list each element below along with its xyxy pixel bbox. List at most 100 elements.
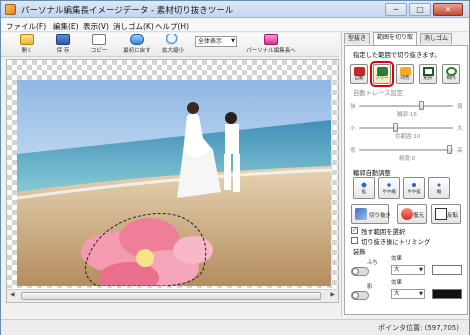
menu-edit[interactable]: 編集(E) xyxy=(53,21,79,32)
restore-arrow-icon xyxy=(401,208,413,220)
precision-knob[interactable] xyxy=(447,145,452,154)
copy-icon xyxy=(92,34,106,45)
color-range-slider[interactable] xyxy=(359,123,453,132)
shrink-small-icon xyxy=(383,180,395,190)
minimize-button[interactable]: ─ xyxy=(385,3,407,16)
open-button[interactable]: 開く xyxy=(7,34,47,56)
menu-file[interactable]: ファイル(F) xyxy=(6,21,46,32)
chevron-down-icon: ▼ xyxy=(419,291,423,297)
edge-value-label: 輪郭:16 xyxy=(397,112,417,118)
auto-trace-label: 自動トレース設定 xyxy=(353,90,404,97)
scroll-left-icon[interactable]: ◀ xyxy=(10,291,15,298)
reset-button[interactable]: 最初に戻す xyxy=(117,34,157,56)
edge-slider-knob[interactable] xyxy=(419,101,424,110)
color-range-label: 色範囲:10 xyxy=(395,134,421,140)
small-label: 小 xyxy=(350,126,356,132)
mode-free-button[interactable]: フリー xyxy=(370,61,394,87)
large-label: 大 xyxy=(457,126,463,132)
fine-adjust-label: 輪郭自動調整 xyxy=(353,170,391,177)
send-to-editor-button[interactable]: パーソナル編集長へ xyxy=(245,34,297,56)
send-icon xyxy=(264,34,278,45)
magnifier-icon xyxy=(166,34,180,45)
image-canvas[interactable]: ◀ ▶ xyxy=(6,59,339,303)
horizontal-scrollbar[interactable]: ◀ ▶ xyxy=(7,289,338,302)
magnet-icon xyxy=(353,67,365,76)
tab-shape-cut[interactable]: 型抜き xyxy=(344,33,371,44)
app-icon xyxy=(5,4,16,15)
shadow-toggle[interactable] xyxy=(351,291,369,300)
expand-small-icon xyxy=(408,180,420,190)
status-bar: ポインタ位置: (597,705) xyxy=(1,319,469,335)
keep-range-checkbox[interactable] xyxy=(351,227,358,234)
decor-label: 装飾 xyxy=(353,249,366,256)
lasso-icon xyxy=(376,67,388,76)
border-color-swatch[interactable] xyxy=(432,265,462,275)
ellipse-icon xyxy=(445,67,457,76)
mode-same-color-button[interactable]: 同色 xyxy=(396,64,414,84)
weak-label: 弱 xyxy=(457,104,463,110)
same-color-icon xyxy=(399,67,411,76)
invert-icon xyxy=(435,208,447,220)
scroll-thumb[interactable] xyxy=(21,292,321,300)
rectangle-icon xyxy=(422,67,434,76)
trim-after-checkbox[interactable] xyxy=(351,237,358,244)
floppy-icon xyxy=(56,34,70,45)
zoom-button[interactable]: 拡大縮小 xyxy=(153,34,193,56)
shrink-button[interactable]: 縮 xyxy=(428,177,450,199)
tab-range-cut[interactable]: 範囲を切り取 xyxy=(373,32,418,45)
save-button[interactable]: 保 存 xyxy=(43,34,83,56)
keep-range-label: 残す範囲を選択 xyxy=(361,229,406,236)
precision-slider[interactable] xyxy=(359,145,453,154)
tool-panel: 型抜き 範囲を切り取 消しゴム 指定した範囲で切り抜きます。 自動 フリー 同色… xyxy=(341,32,469,316)
border-effect-label: 効果 xyxy=(391,256,403,262)
menu-help[interactable]: ヘルプ(H) xyxy=(155,21,189,32)
pointer-position: ポインタ位置: (597,705) xyxy=(378,324,459,332)
border-toggle[interactable] xyxy=(351,267,369,276)
menu-bar: ファイル(F) 編集(E) 表示(V) 消しゴム(K) ヘルプ(H) xyxy=(1,19,469,32)
strong-label: 強 xyxy=(350,104,356,110)
edge-slider[interactable] xyxy=(359,101,453,110)
shadow-label: 影 xyxy=(367,284,373,290)
instruction-text: 指定した範囲で切り抜きます。 xyxy=(353,52,441,59)
shadow-color-swatch[interactable] xyxy=(432,289,462,299)
maximize-button[interactable]: □ xyxy=(409,3,431,16)
menu-view[interactable]: 表示(V) xyxy=(83,21,109,32)
close-button[interactable]: ✕ xyxy=(433,3,463,16)
shrink-icon xyxy=(433,180,445,190)
shadow-effect-label: 効果 xyxy=(391,280,403,286)
app-window: パーソナル編集長イメージデータ - 素材切り抜きツール ─ □ ✕ ファイル(F… xyxy=(0,0,470,335)
cut-out-button[interactable]: 切り抜き xyxy=(351,204,391,224)
slight-shrink-button[interactable]: やや縮 xyxy=(378,177,400,199)
mode-ellipse-button[interactable]: 楕円 xyxy=(442,64,460,84)
chevron-down-icon: ▼ xyxy=(419,267,423,273)
undo-arrow-icon xyxy=(130,34,144,45)
expand-icon xyxy=(358,180,370,190)
border-effect-select[interactable]: 大 ▼ xyxy=(391,265,425,275)
border-label: ふち xyxy=(367,260,378,266)
slight-expand-button[interactable]: やや拡 xyxy=(403,177,425,199)
trim-after-label: 切り抜き後にトリミング xyxy=(361,239,431,246)
expand-button[interactable]: 拡 xyxy=(353,177,375,199)
chevron-down-icon: ▼ xyxy=(231,38,235,44)
menu-eraser[interactable]: 消しゴム(K) xyxy=(113,21,154,32)
mode-rectangle-button[interactable]: 矩形 xyxy=(419,64,437,84)
precision-label: 精度:0 xyxy=(399,156,416,162)
tab-eraser[interactable]: 消しゴム xyxy=(420,33,453,44)
range-cut-panel: 指定した範囲で切り抜きます。 自動 フリー 同色 矩形 楕円 自動トレース設定 … xyxy=(344,45,468,315)
mode-auto-button[interactable]: 自動 xyxy=(350,64,368,84)
beach-photo xyxy=(17,80,331,286)
high-label: 高 xyxy=(457,148,463,154)
invert-button[interactable]: 反転 xyxy=(431,204,461,224)
folder-icon xyxy=(20,34,34,45)
scissors-icon xyxy=(355,208,367,220)
restore-button[interactable]: 復元 xyxy=(397,204,427,224)
low-label: 低 xyxy=(350,148,356,154)
toolbar: 開く 保 存 コピー 最初に戻す 拡大縮小 パーソナル編集長へ xyxy=(1,33,339,57)
copy-button[interactable]: コピー xyxy=(79,34,119,56)
window-title: パーソナル編集長イメージデータ - 素材切り抜きツール xyxy=(21,6,234,16)
shadow-effect-select[interactable]: 大 ▼ xyxy=(391,289,425,299)
view-select[interactable]: 全体表示 ▼ xyxy=(195,36,237,47)
title-bar: パーソナル編集長イメージデータ - 素材切り抜きツール ─ □ ✕ xyxy=(1,1,469,18)
color-range-knob[interactable] xyxy=(393,123,398,132)
scroll-right-icon[interactable]: ▶ xyxy=(330,291,335,298)
